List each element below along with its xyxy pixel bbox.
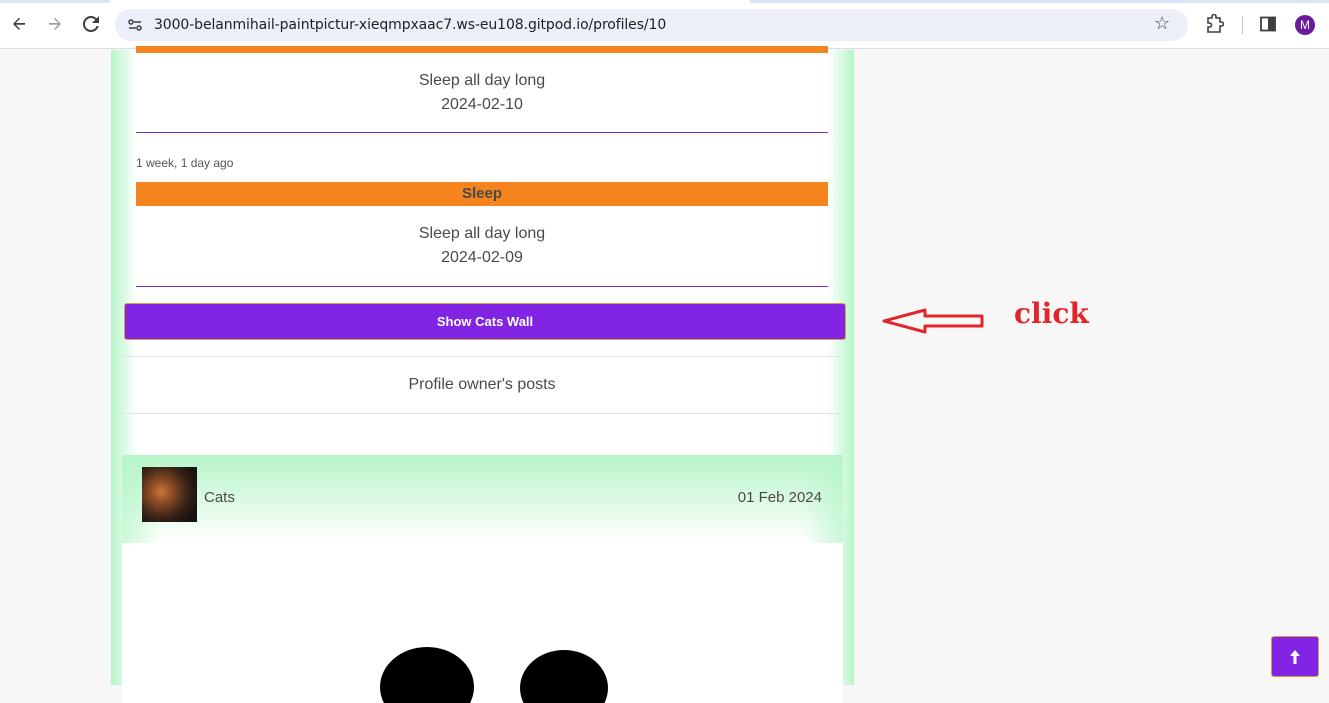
post-author[interactable]: Cats: [204, 489, 235, 506]
entry-timeago: 1 week, 1 day ago: [136, 156, 234, 170]
url-text[interactable]: 3000-belanmihail-paintpictur-xieqmpxaac7…: [154, 17, 666, 33]
tab-strip-edge: [0, 0, 110, 3]
post-date: 01 Feb 2024: [737, 489, 822, 506]
back-button[interactable]: [8, 13, 30, 35]
post-image-shape: [520, 650, 608, 703]
annotation-label: click: [1014, 297, 1089, 330]
site-info-icon[interactable]: [127, 17, 143, 33]
show-cats-wall-button[interactable]: Show Cats Wall: [124, 303, 846, 340]
posts-heading: Profile owner's posts: [408, 376, 556, 393]
tab-strip-edge: [750, 0, 1329, 3]
post-author-avatar[interactable]: [142, 467, 197, 522]
browser-toolbar: 3000-belanmihail-paintpictur-xieqmpxaac7…: [0, 0, 1329, 49]
divider: [121, 356, 843, 357]
bookmark-star-icon[interactable]: ☆: [1154, 13, 1170, 34]
arrow-up-icon: [1290, 649, 1300, 664]
entry-divider: [136, 132, 828, 133]
entry-divider: [136, 286, 828, 287]
toolbar-separator: [1242, 16, 1243, 34]
entry-date: 2024-02-10: [441, 96, 523, 113]
address-bar[interactable]: 3000-belanmihail-paintpictur-xieqmpxaac7…: [115, 9, 1188, 41]
forward-button[interactable]: [44, 13, 66, 35]
entry-description: Sleep all day long: [418, 72, 546, 89]
scroll-to-top-button[interactable]: [1271, 636, 1319, 677]
side-panel-icon[interactable]: [1260, 16, 1276, 32]
annotation-arrow-icon: [882, 308, 984, 334]
profile-avatar[interactable]: M: [1295, 15, 1315, 35]
extensions-icon[interactable]: [1206, 14, 1224, 34]
post-image[interactable]: [122, 543, 843, 703]
post-card[interactable]: Cats 01 Feb 2024: [122, 455, 843, 703]
divider: [121, 413, 843, 414]
forward-arrow-icon: [49, 17, 61, 30]
reload-icon: [83, 16, 99, 32]
category-bar: [136, 46, 828, 53]
page-content: Sleep all day long 2024-02-10 1 week, 1 …: [0, 46, 1329, 703]
back-arrow-icon: [13, 17, 25, 30]
entry-description: Sleep all day long: [418, 225, 546, 242]
entry-date: 2024-02-09: [441, 249, 523, 266]
reload-button[interactable]: [80, 13, 102, 35]
category-bar: Sleep: [136, 182, 828, 206]
post-image-shape: [380, 647, 474, 703]
